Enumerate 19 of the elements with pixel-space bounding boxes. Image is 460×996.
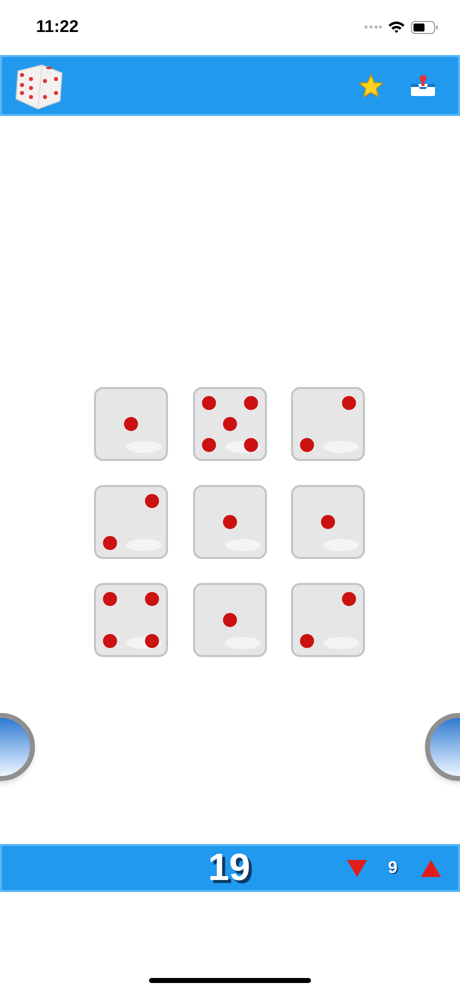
die[interactable] xyxy=(192,583,267,657)
battery-icon xyxy=(411,20,438,34)
share-tray-icon[interactable] xyxy=(410,74,436,98)
up-triangle-icon xyxy=(421,860,441,876)
die[interactable] xyxy=(291,583,366,657)
total-score: 19 xyxy=(208,849,250,887)
die[interactable] xyxy=(291,485,366,559)
status-time: 11:22 xyxy=(36,16,79,38)
signal-icon xyxy=(364,25,382,29)
die[interactable] xyxy=(192,387,267,461)
die[interactable] xyxy=(94,485,168,559)
wifi-icon xyxy=(388,21,405,33)
die[interactable] xyxy=(94,387,168,461)
star-icon[interactable] xyxy=(358,74,384,98)
die[interactable] xyxy=(291,387,366,461)
die[interactable] xyxy=(192,485,267,559)
die[interactable] xyxy=(94,583,168,657)
dice-count: 9 xyxy=(388,857,398,880)
down-triangle-icon xyxy=(347,860,367,876)
